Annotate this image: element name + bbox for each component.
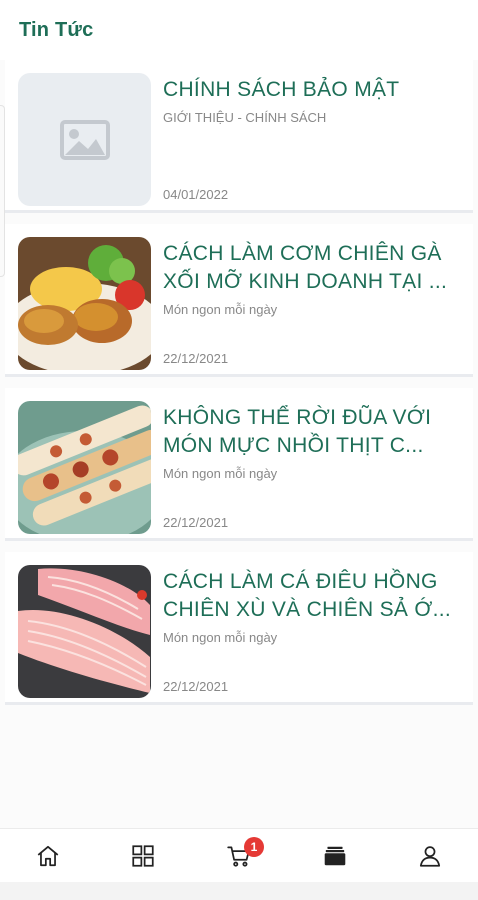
article-thumbnail[interactable] bbox=[18, 73, 151, 206]
fried-chicken-rice-photo bbox=[18, 237, 151, 370]
article-item[interactable]: CÁCH LÀM CƠM CHIÊN GÀ XỐI MỠ KINH DOANH … bbox=[5, 224, 473, 377]
article-category: Món ngon mỗi ngày bbox=[163, 466, 278, 481]
article-thumbnail[interactable] bbox=[18, 401, 151, 534]
article-date: 22/12/2021 bbox=[163, 351, 229, 366]
cart-badge: 1 bbox=[243, 836, 264, 857]
bottom-navigation: 1 bbox=[0, 828, 478, 882]
nav-home[interactable] bbox=[18, 834, 78, 878]
nav-categories[interactable] bbox=[113, 834, 173, 878]
nav-cart[interactable]: 1 bbox=[209, 834, 269, 878]
article-title[interactable]: CÁCH LÀM CÁ ĐIÊU HỒNG CHIÊN XÙ VÀ CHIÊN … bbox=[163, 568, 461, 624]
grid-icon bbox=[132, 844, 155, 867]
home-icon bbox=[37, 845, 59, 866]
page-title: Tin Tức bbox=[19, 18, 94, 41]
article-title[interactable]: CÁCH LÀM CƠM CHIÊN GÀ XỐI MỠ KINH DOANH … bbox=[163, 240, 461, 296]
article-item[interactable]: KHÔNG THỂ RỜI ĐŨA VỚI MÓN MỰC NHỒI THỊT … bbox=[5, 388, 473, 541]
article-category: Món ngon mỗi ngày bbox=[163, 302, 278, 317]
article-date: 22/12/2021 bbox=[163, 679, 229, 694]
app-header: Tin Tức bbox=[0, 0, 478, 60]
user-icon bbox=[420, 845, 441, 867]
article-thumbnail[interactable] bbox=[18, 237, 151, 370]
article-title[interactable]: CHÍNH SÁCH BẢO MẬT bbox=[163, 76, 461, 104]
image-placeholder-icon bbox=[60, 120, 110, 160]
article-item[interactable]: CÁCH LÀM CÁ ĐIÊU HỒNG CHIÊN XÙ VÀ CHIÊN … bbox=[5, 552, 473, 705]
news-content[interactable]: CHÍNH SÁCH BẢO MẬT GIỚI THIỆU - CHÍNH SÁ… bbox=[0, 60, 478, 838]
article-date: 22/12/2021 bbox=[163, 515, 229, 530]
article-item[interactable]: CHÍNH SÁCH BẢO MẬT GIỚI THIỆU - CHÍNH SÁ… bbox=[5, 60, 473, 213]
article-category: Món ngon mỗi ngày bbox=[163, 630, 278, 645]
system-bar bbox=[0, 882, 478, 900]
stuffed-squid-photo bbox=[18, 401, 151, 534]
nav-account[interactable] bbox=[400, 834, 460, 878]
stack-icon bbox=[324, 846, 345, 865]
article-thumbnail[interactable] bbox=[18, 565, 151, 698]
tilapia-fillet-photo bbox=[18, 565, 151, 698]
article-title[interactable]: KHÔNG THỂ RỜI ĐŨA VỚI MÓN MỰC NHỒI THỊT … bbox=[163, 404, 461, 460]
article-date: 04/01/2022 bbox=[163, 187, 229, 202]
article-category: GIỚI THIỆU - CHÍNH SÁCH bbox=[163, 110, 327, 125]
nav-orders[interactable] bbox=[305, 834, 365, 878]
